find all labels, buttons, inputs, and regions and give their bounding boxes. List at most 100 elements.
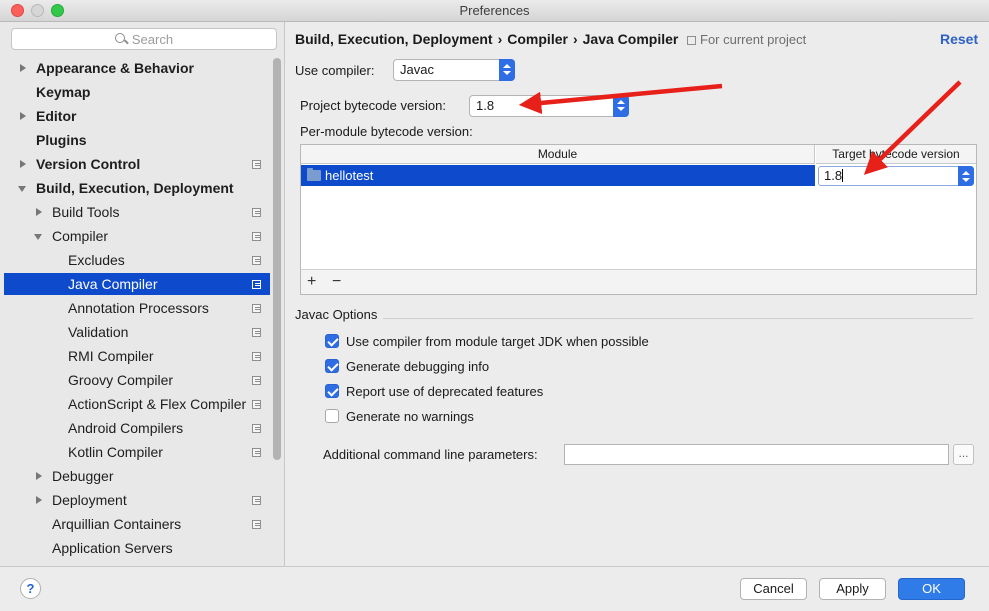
use-target-jdk-checkbox[interactable]	[325, 334, 339, 348]
sidebar-item-label: Build Tools	[52, 204, 120, 220]
project-bytecode-label: Project bytecode version:	[300, 98, 446, 113]
text-caret	[842, 169, 844, 182]
sidebar-item-validation[interactable]: Validation	[4, 321, 270, 343]
sidebar-item-arquillian-containers[interactable]: Arquillian Containers	[4, 513, 270, 535]
expand-arrow-icon[interactable]	[36, 208, 42, 216]
generate-debug-info-label[interactable]: Generate debugging info	[346, 359, 489, 374]
project-settings-icon	[252, 208, 261, 217]
dropdown-stepper-icon[interactable]	[499, 59, 515, 81]
sidebar-item-label: Arquillian Containers	[52, 516, 182, 532]
expand-arrow-icon[interactable]	[20, 64, 26, 72]
expand-params-button[interactable]: ...	[953, 444, 974, 465]
table-row[interactable]: hellotest	[301, 165, 815, 186]
sidebar-item-label: ActionScript & Flex Compiler	[68, 396, 247, 412]
sidebar-item-kotlin-compiler[interactable]: Kotlin Compiler	[4, 441, 270, 463]
sidebar-item-label: Java Compiler	[68, 276, 158, 292]
sidebar-item-excludes[interactable]: Excludes	[4, 249, 270, 271]
target-bytecode-editor[interactable]: 1.8	[818, 166, 974, 186]
cancel-button[interactable]: Cancel	[740, 578, 807, 600]
additional-params-input[interactable]	[564, 444, 949, 465]
scope-indicator: For current project	[687, 32, 806, 47]
column-header-module[interactable]: Module	[301, 145, 815, 164]
breadcrumb-part: Java Compiler	[582, 31, 679, 47]
use-compiler-label: Use compiler:	[295, 63, 375, 78]
search-input[interactable]: Search	[11, 28, 277, 50]
sidebar-item-plugins[interactable]: Plugins	[4, 129, 270, 151]
collapse-arrow-icon[interactable]	[34, 234, 42, 240]
collapse-arrow-icon[interactable]	[18, 186, 26, 192]
add-module-button[interactable]: +	[307, 272, 316, 292]
module-bytecode-table: Module Target bytecode version hellotest…	[300, 144, 977, 295]
project-settings-icon	[252, 304, 261, 313]
sidebar-item-actionscript-flex-compiler[interactable]: ActionScript & Flex Compiler	[4, 393, 270, 415]
sidebar-item-groovy-compiler[interactable]: Groovy Compiler	[4, 369, 270, 391]
target-bytecode-value: 1.8	[824, 168, 843, 183]
reset-link[interactable]: Reset	[940, 31, 978, 47]
javac-options-title: Javac Options	[295, 307, 378, 322]
search-icon	[114, 33, 128, 46]
sidebar-item-label: Build, Execution, Deployment	[36, 180, 234, 196]
sidebar-item-rmi-compiler[interactable]: RMI Compiler	[4, 345, 270, 367]
table-toolbar: + −	[301, 269, 976, 294]
report-deprecated-checkbox[interactable]	[325, 384, 339, 398]
help-button[interactable]: ?	[20, 578, 41, 599]
breadcrumb-part: Compiler	[507, 31, 568, 47]
expand-arrow-icon[interactable]	[20, 112, 26, 120]
sidebar-item-build-tools[interactable]: Build Tools	[4, 201, 270, 223]
search-placeholder: Search	[131, 32, 174, 47]
sidebar-item-android-compilers[interactable]: Android Compilers	[4, 417, 270, 439]
breadcrumb-separator: ›	[572, 31, 578, 47]
module-folder-icon	[307, 168, 321, 181]
sidebar-item-keymap[interactable]: Keymap	[4, 81, 270, 103]
expand-arrow-icon[interactable]	[20, 160, 26, 168]
sidebar-item-appearance-behavior[interactable]: Appearance & Behavior	[4, 57, 270, 79]
sidebar-item-version-control[interactable]: Version Control	[4, 153, 270, 175]
sidebar-item-build-execution-deployment[interactable]: Build, Execution, Deployment	[4, 177, 270, 199]
sidebar-item-label: Application Servers	[52, 540, 173, 556]
sidebar-item-annotation-processors[interactable]: Annotation Processors	[4, 297, 270, 319]
sidebar-item-label: Compiler	[52, 228, 109, 244]
sidebar-item-label: Editor	[36, 108, 77, 124]
expand-arrow-icon[interactable]	[36, 496, 42, 504]
project-settings-icon	[252, 160, 261, 169]
breadcrumb-separator: ›	[497, 31, 503, 47]
sidebar-item-compiler[interactable]: Compiler	[4, 225, 270, 247]
project-bytecode-select[interactable]: 1.8	[469, 95, 629, 117]
sidebar-item-label: Appearance & Behavior	[36, 60, 194, 76]
sidebar-item-debugger[interactable]: Debugger	[4, 465, 270, 487]
sidebar-item-java-compiler[interactable]: Java Compiler	[4, 273, 270, 295]
module-name: hellotest	[325, 168, 374, 183]
apply-button[interactable]: Apply	[819, 578, 886, 600]
report-deprecated-label[interactable]: Report use of deprecated features	[346, 384, 543, 399]
window-title: Preferences	[459, 3, 530, 18]
project-settings-icon	[252, 496, 261, 505]
sidebar-item-label: Kotlin Compiler	[68, 444, 163, 460]
dropdown-stepper-icon[interactable]	[958, 166, 974, 186]
project-settings-icon	[252, 256, 261, 265]
sidebar-item-label: Validation	[68, 324, 129, 340]
sidebar-item-editor[interactable]: Editor	[4, 105, 270, 127]
column-header-target-bytecode[interactable]: Target bytecode version	[816, 145, 976, 164]
project-settings-icon	[252, 448, 261, 457]
project-settings-icon	[252, 424, 261, 433]
ok-button[interactable]: OK	[898, 578, 965, 600]
expand-arrow-icon[interactable]	[36, 472, 42, 480]
use-compiler-value: Javac	[400, 62, 434, 77]
dropdown-stepper-icon[interactable]	[613, 95, 629, 117]
breadcrumb: Build, Execution, Deployment › Compiler › Ja…	[295, 31, 678, 51]
remove-module-button[interactable]: −	[332, 272, 341, 292]
no-warnings-label[interactable]: Generate no warnings	[346, 409, 474, 424]
dialog-footer: ? Cancel Apply OK	[0, 566, 989, 611]
group-divider	[383, 318, 973, 319]
generate-debug-info-checkbox[interactable]	[325, 359, 339, 373]
use-target-jdk-label[interactable]: Use compiler from module target JDK when…	[346, 334, 649, 349]
sidebar-item-application-servers[interactable]: Application Servers	[4, 537, 270, 559]
project-settings-icon	[252, 232, 261, 241]
sidebar-item-deployment[interactable]: Deployment	[4, 489, 270, 511]
use-compiler-select[interactable]: Javac	[393, 59, 515, 81]
project-settings-icon	[252, 352, 261, 361]
sidebar-item-label: Annotation Processors	[68, 300, 209, 316]
no-warnings-checkbox[interactable]	[325, 409, 339, 423]
sidebar-scrollbar-thumb[interactable]	[273, 58, 281, 460]
project-settings-icon	[252, 328, 261, 337]
